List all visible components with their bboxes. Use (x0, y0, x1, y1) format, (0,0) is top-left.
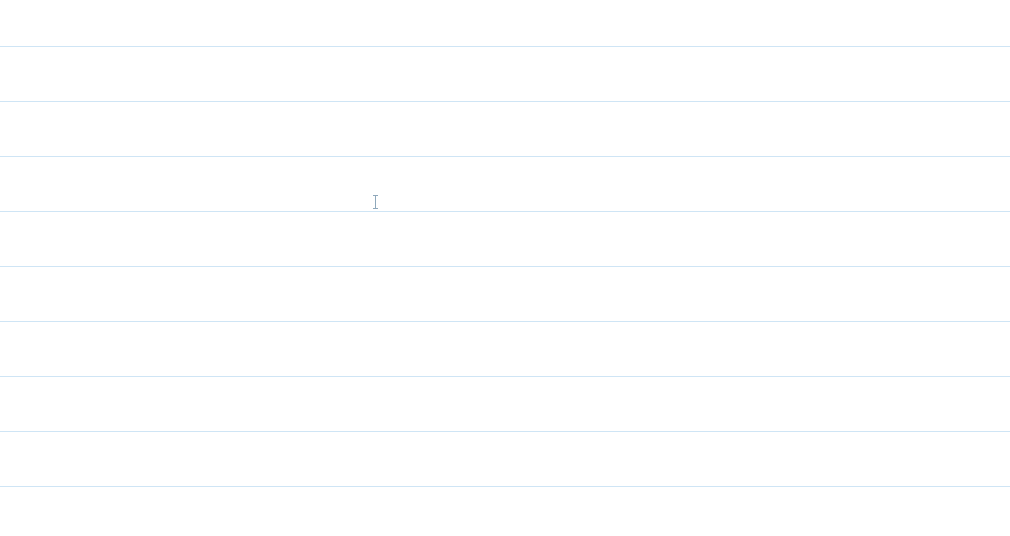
rule-line (0, 156, 1010, 157)
rule-line (0, 486, 1010, 487)
rule-line (0, 321, 1010, 322)
rule-line (0, 46, 1010, 47)
rule-line (0, 101, 1010, 102)
rule-line (0, 211, 1010, 212)
ruled-notebook-page (0, 0, 1010, 536)
rule-line (0, 266, 1010, 267)
text-cursor (375, 195, 376, 209)
writing-area[interactable] (0, 0, 1010, 536)
rule-line (0, 431, 1010, 432)
rule-line (0, 376, 1010, 377)
